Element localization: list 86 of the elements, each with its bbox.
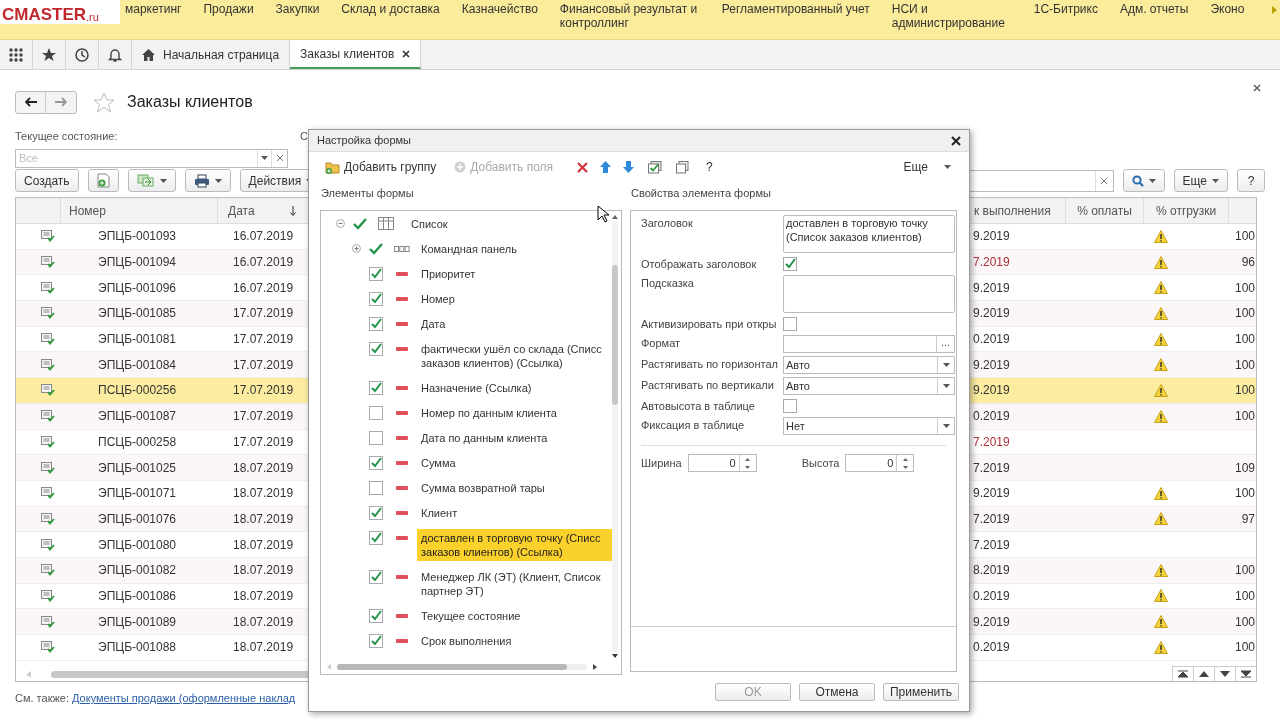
table-cell-text: ЭПЦБ-001089 — [98, 613, 177, 631]
table-cell-text: 17.07.2019 — [233, 305, 294, 323]
table-cell-text: 18.07.2019 — [233, 510, 294, 528]
table-cell-text: 17.07.2019 — [233, 382, 294, 400]
table-cell-text: 9.2019 — [973, 356, 1010, 374]
table-cell-text: 9.2019 — [973, 485, 1010, 503]
property-label: Ширина — [641, 455, 682, 471]
logo: CMASTER.ru — [0, 0, 120, 24]
table-cell-text: 100 — [1234, 279, 1255, 297]
table-cell-text: 0.2019 — [973, 639, 1010, 657]
table-cell-text: 7.2019 — [973, 536, 1010, 554]
table-cell-text: 9.2019 — [973, 279, 1010, 297]
table-cell-text: ПСЦБ-000258 — [98, 433, 177, 451]
table-cell-text: 96 — [1241, 254, 1255, 272]
table-cell-text: ЭПЦБ-001088 — [98, 639, 177, 657]
table-cell-text: 17.07.2019 — [233, 331, 294, 349]
page-title: Заказы клиентов — [127, 92, 253, 112]
table-cell-text: 7.2019 — [973, 510, 1010, 528]
table-cell-text: 100 — [1234, 382, 1255, 400]
section-label: Элементы формы — [321, 185, 415, 201]
see-also-label: См. также: — [15, 691, 69, 706]
table-cell-text: ЭПЦБ-001025 — [98, 459, 177, 477]
table-cell-text: 8.2019 — [973, 562, 1010, 580]
table-cell-text: 100 — [1234, 228, 1255, 246]
table-cell-text: ЭПЦБ-001071 — [98, 485, 177, 503]
property-label: Фиксация в таблице — [641, 418, 746, 433]
dialog-title: Настройка формы — [317, 133, 411, 149]
table-cell-text: 18.07.2019 — [233, 536, 294, 554]
table-cell-text: 16.07.2019 — [233, 254, 294, 272]
property-label: Формат — [641, 336, 682, 351]
table-cell-text: ЭПЦБ-001081 — [98, 331, 177, 349]
table-cell-text: 100 — [1234, 485, 1255, 503]
table-cell-text: 9.2019 — [973, 613, 1010, 631]
table-cell-text: 100 — [1234, 305, 1255, 323]
table-cell-text: ЭПЦБ-001080 — [98, 536, 177, 554]
table-cell-text: 100 — [1234, 331, 1255, 349]
table-cell-text: 18.07.2019 — [233, 639, 294, 657]
table-cell-text: ЭПЦБ-001087 — [98, 408, 177, 426]
table-cell-text: ПСЦБ-000256 — [98, 382, 177, 400]
table-cell-text: ЭПЦБ-001084 — [98, 356, 177, 374]
table-cell-text: 109 — [1234, 459, 1255, 477]
property-label: Растягивать по вертикали — [641, 378, 775, 393]
property-label: Заголовок — [641, 216, 694, 231]
table-cell-text: 17.07.2019 — [233, 408, 294, 426]
table-cell-text: 9.2019 — [973, 305, 1010, 323]
field-label: Текущее состояние: — [15, 129, 119, 144]
table-cell-text: ЭПЦБ-001082 — [98, 562, 177, 580]
table-cell-text: 18.07.2019 — [233, 562, 294, 580]
table-cell-text: 18.07.2019 — [233, 459, 294, 477]
property-label: Растягивать по горизонтал — [641, 357, 779, 372]
table-cell-text: 0.2019 — [973, 331, 1010, 349]
table-cell-text: 97 — [1241, 510, 1255, 528]
table-cell-text: ЭПЦБ-001093 — [98, 228, 177, 246]
table-cell-text: 100 — [1234, 613, 1255, 631]
table-cell-text: 18.07.2019 — [233, 485, 294, 503]
property-label: Подсказка — [641, 276, 695, 291]
field-label: С — [300, 129, 308, 144]
table-cell-text: ЭПЦБ-001086 — [98, 587, 177, 605]
property-label: Отображать заголовок — [641, 257, 758, 272]
table-cell-text: 100 — [1234, 639, 1255, 657]
table-cell-text: 17.07.2019 — [233, 356, 294, 374]
table-cell-text: ЭПЦБ-001085 — [98, 305, 177, 323]
table-cell-text: 7.2019 — [973, 433, 1010, 451]
table-cell-text: ЭПЦБ-001076 — [98, 510, 177, 528]
property-label: Автовысота в таблице — [641, 399, 756, 414]
section-label: Свойства элемента формы — [631, 185, 771, 201]
table-cell-text: 16.07.2019 — [233, 228, 294, 246]
table-cell-text: 9.2019 — [973, 382, 1010, 400]
table-cell-text: 100 — [1234, 587, 1255, 605]
table-cell-text: 0.2019 — [973, 587, 1010, 605]
property-label: Высота — [801, 455, 840, 471]
table-cell-text: 100 — [1234, 356, 1255, 374]
table-cell-text: 7.2019 — [973, 254, 1010, 272]
table-cell-text: 17.07.2019 — [233, 433, 294, 451]
property-label: Активизировать при откры — [641, 317, 778, 332]
table-cell-text: 100 — [1234, 408, 1255, 426]
table-cell-text: 9.2019 — [973, 228, 1010, 246]
table-cell-text: 7.2019 — [973, 459, 1010, 477]
table-cell-text: 100 — [1234, 562, 1255, 580]
table-cell-text: ЭПЦБ-001094 — [98, 254, 177, 272]
table-cell-text: 18.07.2019 — [233, 587, 294, 605]
placeholder: Все — [18, 151, 39, 166]
table-cell-text: 18.07.2019 — [233, 613, 294, 631]
table-cell-text: ЭПЦБ-001096 — [98, 279, 177, 297]
table-cell-text: 16.07.2019 — [233, 279, 294, 297]
table-cell-text: 0.2019 — [973, 408, 1010, 426]
